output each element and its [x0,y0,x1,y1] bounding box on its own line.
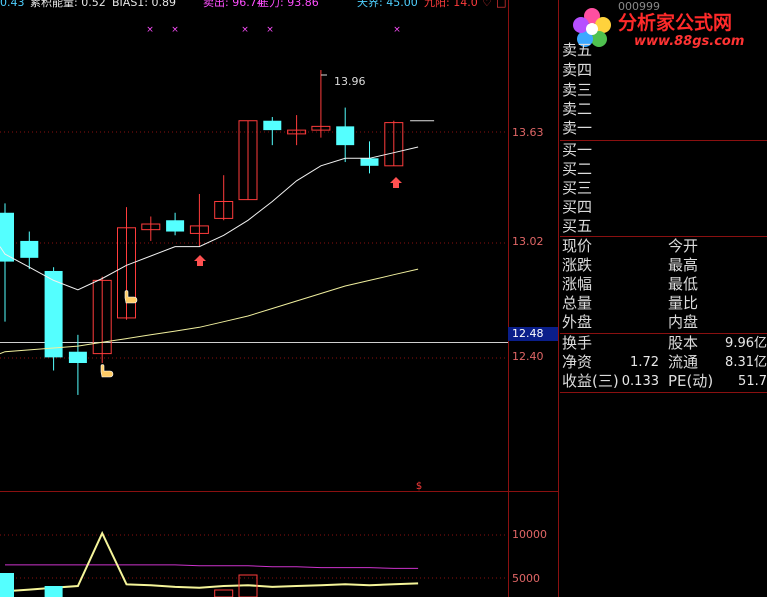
sell5-label: 卖五 [562,41,593,59]
kline-chart[interactable]: × × × × × $ [0,0,560,597]
stat-label-outer: 外盘 [562,313,593,331]
cross-marker-icon: × [241,25,249,35]
indicator-energy: 累积能量: 0.52 [30,0,106,9]
cross-marker-icon: × [393,25,401,35]
peak-annotation: 13.96 [334,75,366,88]
volume-indicator-line [4,530,419,593]
divider [560,392,767,393]
candle-body-down [360,158,379,166]
stat-label-high: 最高 [668,256,699,274]
buy3-label: 买三 [562,179,593,197]
stat-label-volume: 总量 [562,294,593,312]
buy4-label: 买四 [562,198,593,216]
candle-body-down [44,270,63,358]
fundamental-row: 收益(三) 0.133 PE(动) 51.7 [562,372,767,391]
price-tick: 12.40 [512,350,544,363]
volume-ma-line [5,564,419,569]
value-float: 8.31亿 [725,355,767,370]
value-pe: 51.7 [738,374,767,389]
buy5-label: 买五 [562,217,593,235]
quote-panel: 000999 分析家公式网 www.88gs.com 卖五 卖四 卖三 卖二 卖… [560,0,767,597]
buy2-label: 买二 [562,160,593,178]
stat-label-price: 现价 [562,237,593,255]
ma-long-line [0,268,419,355]
stat-label-change: 涨跌 [562,256,593,274]
stat-label-open: 今开 [668,237,699,255]
fundamental-row: 换手 股本 9.96亿 [562,334,767,353]
indicator-pressure: 压力: 93.86 [258,0,319,9]
volume-pane [0,530,419,597]
value-eps: 0.133 [621,374,659,389]
stat-row: 涨跌 最高 [562,256,762,275]
indicator-strip: 0.43 累积能量: 0.52 BIAS1: 0.89 卖出: 96.74 压力… [0,0,560,10]
stat-label-inner: 内盘 [668,313,699,331]
stat-row: 现价 今开 [562,237,762,256]
logo-title: 分析家公式网 [618,12,733,34]
cross-marker-icon: × [146,25,154,35]
moving-average-lines [0,146,419,355]
last-price-badge: 12.48 [508,327,558,341]
label-net-assets: 净资 [562,353,593,371]
volume-bar [44,586,63,597]
candle-body-down [0,212,14,262]
square-icon: □ [496,0,507,9]
cross-marker-icon: × [171,25,179,35]
heart-icon: ♡ [482,0,492,9]
value-share-capital: 9.96亿 [725,336,767,351]
indicator-sell: 卖出: 96.74 [203,0,264,9]
buy-arrow-icon [194,255,206,266]
signal-markers: × × × × × $ [100,25,422,492]
stat-label-change-pct: 涨幅 [562,275,593,293]
label-share-capital: 股本 [668,334,699,352]
candle-body-down [263,120,282,131]
hand-pointer-icon [100,364,114,378]
stat-row: 外盘 内盘 [562,313,762,332]
logo-url[interactable]: www.88gs.com [634,34,744,49]
stat-label-volume-ratio: 量比 [668,294,699,312]
price-tick: 13.02 [512,235,544,248]
volume-bar [0,573,14,597]
indicator-sky: 九阳: 14.0 [424,0,478,9]
sell2-label: 卖二 [562,100,593,118]
dollar-marker-icon: $ [416,481,422,492]
label-pe: PE(动) [668,372,714,390]
buy1-label: 买一 [562,141,593,159]
value-net-assets: 1.72 [630,355,659,370]
candle-body-down [20,240,39,258]
ma-short-line [0,146,419,291]
label-eps: 收益(三) [562,372,619,390]
candle-body-down [68,351,87,363]
candlestick-series [0,70,435,395]
stat-row: 总量 量比 [562,294,762,313]
indicator-prefix: 0.43 [0,0,25,9]
price-tick: 13.63 [512,126,544,139]
stat-row: 涨幅 最低 [562,275,762,294]
label-turnover: 换手 [562,334,593,352]
chart-grid [0,0,559,597]
site-logo: 000999 分析家公式网 www.88gs.com [570,0,767,56]
stat-label-low: 最低 [668,275,699,293]
candle-body-down [166,220,185,232]
indicator-top: 天界: 45.00 [357,0,418,9]
volume-tick: 5000 [512,572,540,585]
candle-body-down [336,126,355,146]
indicator-bias: BIAS1: 0.89 [112,0,176,9]
buy-arrow-icon [390,177,402,188]
cross-marker-icon: × [266,25,274,35]
sell4-label: 卖四 [562,61,593,79]
volume-tick: 10000 [512,528,547,541]
sell3-label: 卖三 [562,81,593,99]
sell1-label: 卖一 [562,119,593,137]
label-float: 流通 [668,353,699,371]
fundamental-row: 净资 1.72 流通 8.31亿 [562,353,767,372]
volume-bar [214,589,234,597]
